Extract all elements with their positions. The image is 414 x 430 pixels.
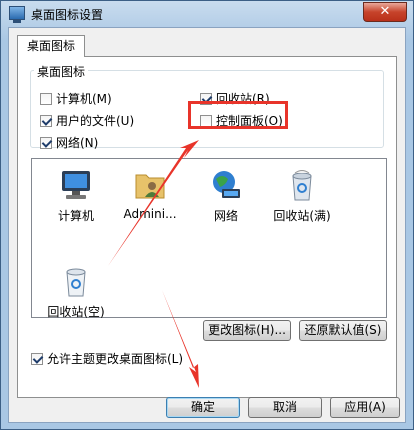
icon-label: 回收站(空) <box>47 305 105 319</box>
icon-item-user-folder[interactable]: Admini... <box>110 167 190 221</box>
title-bar[interactable]: 桌面图标设置 ✕ <box>1 1 413 27</box>
checkbox-computer[interactable]: 计算机(M) <box>40 90 112 107</box>
close-button[interactable]: ✕ <box>363 2 407 22</box>
icon-item-recycle-bin-full[interactable]: 回收站(满) <box>262 167 342 224</box>
change-icon-button[interactable]: 更改图标(H)... <box>203 320 291 341</box>
annotation-highlight-box <box>188 101 288 129</box>
checkbox-box[interactable] <box>40 136 52 149</box>
checkbox-box[interactable] <box>40 114 52 127</box>
tab-desktop-icons[interactable]: 桌面图标 <box>17 35 85 57</box>
group-label: 桌面图标 <box>34 63 89 80</box>
cancel-button[interactable]: 取消 <box>248 397 322 418</box>
dialog-window: 桌面图标设置 ✕ 桌面图标 桌面图标 计算机(M) 用户的文件(U) 网络(N)… <box>0 0 414 430</box>
user-folder-icon <box>135 174 165 199</box>
network-icon <box>213 171 240 198</box>
icon-item-network[interactable]: 网络 <box>186 167 266 224</box>
checkbox-box[interactable] <box>31 352 43 365</box>
apply-button[interactable]: 应用(A) <box>330 397 400 418</box>
checkbox-allow-themes[interactable]: 允许主题更改桌面图标(L) <box>31 350 183 367</box>
recycle-bin-full-icon <box>292 170 312 201</box>
icon-item-recycle-bin-empty[interactable]: 回收站(空) <box>36 263 116 320</box>
ok-button[interactable]: 确定 <box>166 397 240 418</box>
checkbox-box[interactable] <box>40 92 52 105</box>
icon-label: 回收站(满) <box>273 209 331 223</box>
checkbox-label: 用户的文件(U) <box>56 114 135 128</box>
computer-icon <box>62 171 90 199</box>
dialog-content: 桌面图标 桌面图标 计算机(M) 用户的文件(U) 网络(N) 回收站(R) 控… <box>8 27 406 423</box>
checkbox-label: 允许主题更改桌面图标(L) <box>47 352 184 366</box>
checkbox-user-files[interactable]: 用户的文件(U) <box>40 112 134 129</box>
icon-label: 计算机 <box>57 209 94 223</box>
icon-label: Admini... <box>123 207 177 221</box>
monitor-icon <box>9 6 25 23</box>
checkbox-label: 计算机(M) <box>56 92 112 106</box>
restore-default-button[interactable]: 还原默认值(S) <box>299 320 387 341</box>
checkbox-network[interactable]: 网络(N) <box>40 134 98 151</box>
recycle-bin-empty-icon <box>66 268 86 297</box>
window-title: 桌面图标设置 <box>31 8 104 22</box>
icon-preview-list[interactable]: 计算机 Admini... 网络 回收站(满) 回收站(空) <box>31 158 387 320</box>
checkbox-label: 网络(N) <box>56 136 99 150</box>
icon-label: 网络 <box>213 209 238 223</box>
icon-item-computer[interactable]: 计算机 <box>36 167 116 224</box>
